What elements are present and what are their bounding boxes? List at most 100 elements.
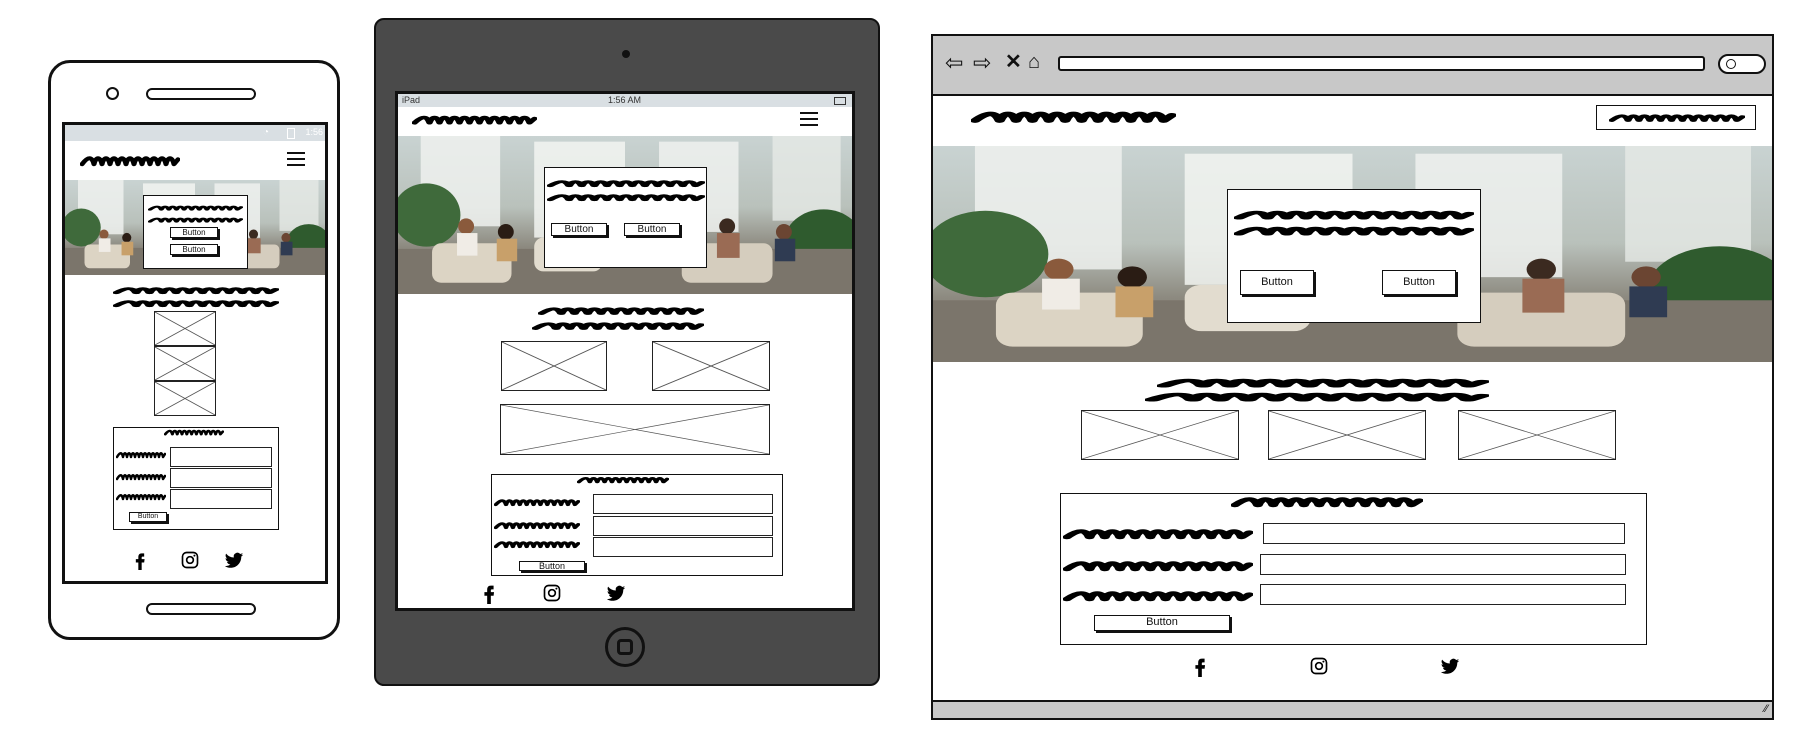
tablet-hero-card: Button Button <box>544 167 707 268</box>
desktop-image-placeholder-1 <box>1081 410 1239 460</box>
desktop-form-input-2[interactable] <box>1260 554 1626 575</box>
tablet-form-submit-button[interactable]: Button <box>519 561 585 571</box>
browser-window: ⇦ ⇨ ✕ ⌂ Button Button Button ⁄⁄ <box>931 34 1774 720</box>
desktop-form: Button <box>1060 493 1647 645</box>
phone-form-input-3[interactable] <box>170 489 272 509</box>
phone-image-placeholder-1 <box>154 311 216 346</box>
desktop-form-title <box>1231 494 1423 510</box>
phone-hero-text-line-2 <box>148 216 243 224</box>
phone-screen: 1:56 ◔ Button Button Button <box>62 122 328 584</box>
twitter-icon[interactable] <box>605 583 627 603</box>
phone-image-placeholder-2 <box>154 346 216 381</box>
phone-home-slot <box>146 603 256 615</box>
phone-speaker <box>146 88 256 100</box>
desktop-section-heading-line-1 <box>1157 376 1489 390</box>
instagram-icon[interactable] <box>1309 656 1329 676</box>
facebook-icon[interactable] <box>478 582 500 604</box>
phone-hero-card: Button Button <box>143 195 248 269</box>
hamburger-menu-icon[interactable] <box>800 112 818 126</box>
forward-arrow-icon[interactable]: ⇨ <box>973 52 991 74</box>
back-arrow-icon[interactable]: ⇦ <box>945 52 963 74</box>
search-pill[interactable] <box>1718 54 1766 74</box>
phone-status-time: 1:56 <box>305 127 323 137</box>
tablet-image-placeholder-1 <box>501 341 607 391</box>
desktop-form-submit-button[interactable]: Button <box>1094 615 1230 631</box>
tablet-form-input-1[interactable] <box>593 494 773 514</box>
phone-image-placeholder-3 <box>154 381 216 416</box>
desktop-image-placeholder-2 <box>1268 410 1426 460</box>
desktop-hero-text-line-1 <box>1234 208 1474 222</box>
tablet-form-input-2[interactable] <box>593 516 773 536</box>
desktop-image-placeholder-3 <box>1458 410 1616 460</box>
phone-hero-button-2[interactable]: Button <box>170 244 218 255</box>
facebook-icon[interactable] <box>1189 655 1211 677</box>
phone-hero-button-1[interactable]: Button <box>170 227 218 238</box>
phone-form-input-1[interactable] <box>170 447 272 467</box>
tablet-hero-button-1[interactable]: Button <box>551 223 607 236</box>
phone-form-label-2 <box>116 472 166 482</box>
desktop-form-input-1[interactable] <box>1263 523 1625 544</box>
desktop-form-input-3[interactable] <box>1260 584 1626 605</box>
tablet-hero-text-line-1 <box>547 178 705 189</box>
wifi-icon: ◔ <box>263 127 270 138</box>
desktop-hero-button-1[interactable]: Button <box>1240 270 1314 295</box>
resize-grip-icon[interactable]: ⁄⁄ <box>1764 703 1768 715</box>
desktop-form-label-1 <box>1063 526 1253 542</box>
tablet-form: Button <box>491 474 783 576</box>
tablet-status-carrier: iPad <box>402 95 421 105</box>
instagram-icon[interactable] <box>180 550 200 570</box>
search-icon <box>1726 59 1736 69</box>
tablet-status-time: 1:56 AM <box>608 95 642 105</box>
phone-section-heading-line-2 <box>113 298 279 309</box>
desktop-nav-button[interactable] <box>1596 105 1756 130</box>
tablet-status-bar: iPad 1:56 AM <box>398 94 852 107</box>
desktop-form-label-3 <box>1063 588 1253 604</box>
desktop-form-label-2 <box>1063 558 1253 574</box>
tablet-camera <box>622 50 630 58</box>
facebook-icon[interactable] <box>130 550 150 570</box>
desktop-section-heading-line-2 <box>1145 390 1489 404</box>
address-bar[interactable] <box>1058 56 1705 71</box>
browser-toolbar: ⇦ ⇨ ✕ ⌂ <box>933 36 1772 96</box>
tablet-form-label-2 <box>494 520 580 531</box>
tablet-section-heading-line-2 <box>532 320 704 332</box>
tablet-nav-bar <box>398 107 852 135</box>
tablet-form-title <box>577 475 669 485</box>
phone-camera <box>106 87 119 100</box>
phone-nav-bar <box>65 141 325 179</box>
close-icon[interactable]: ✕ <box>1005 51 1022 73</box>
tablet-form-input-3[interactable] <box>593 537 773 557</box>
browser-status-bar: ⁄⁄ <box>933 700 1772 718</box>
tablet-form-label-1 <box>494 497 580 508</box>
tablet-screen: iPad 1:56 AM Button Button Button <box>395 91 855 611</box>
phone-form-label-1 <box>116 450 166 460</box>
tablet-hero-button-2[interactable]: Button <box>624 223 680 236</box>
phone-status-bar: 1:56 ◔ <box>65 125 325 141</box>
desktop-logo-scribble <box>971 108 1176 126</box>
tablet-form-label-3 <box>494 539 580 550</box>
desktop-nav-bar <box>933 96 1772 146</box>
home-icon[interactable]: ⌂ <box>1028 51 1040 73</box>
tablet-home-button[interactable] <box>605 627 645 667</box>
instagram-icon[interactable] <box>542 583 562 603</box>
phone-form-input-2[interactable] <box>170 468 272 488</box>
phone-form: Button <box>113 427 279 530</box>
battery-icon <box>287 128 295 139</box>
battery-icon <box>834 97 846 105</box>
hamburger-menu-icon[interactable] <box>287 152 305 166</box>
twitter-icon[interactable] <box>223 550 245 570</box>
phone-form-title <box>164 428 224 437</box>
phone-section-heading-line-1 <box>113 285 279 296</box>
phone-form-label-3 <box>116 492 166 502</box>
tablet-logo-scribble <box>412 113 537 127</box>
tablet-hero-text-line-2 <box>547 192 705 203</box>
desktop-hero-text-line-2 <box>1234 224 1474 238</box>
twitter-icon[interactable] <box>1439 656 1461 676</box>
phone-form-submit-button[interactable]: Button <box>129 512 167 522</box>
tablet-section-heading-line-1 <box>538 305 704 317</box>
phone-hero-text-line-1 <box>148 204 243 212</box>
tablet-image-placeholder-2 <box>652 341 770 391</box>
desktop-hero-card: Button Button <box>1227 189 1481 323</box>
desktop-nav-button-label <box>1609 112 1745 124</box>
desktop-hero-button-2[interactable]: Button <box>1382 270 1456 295</box>
